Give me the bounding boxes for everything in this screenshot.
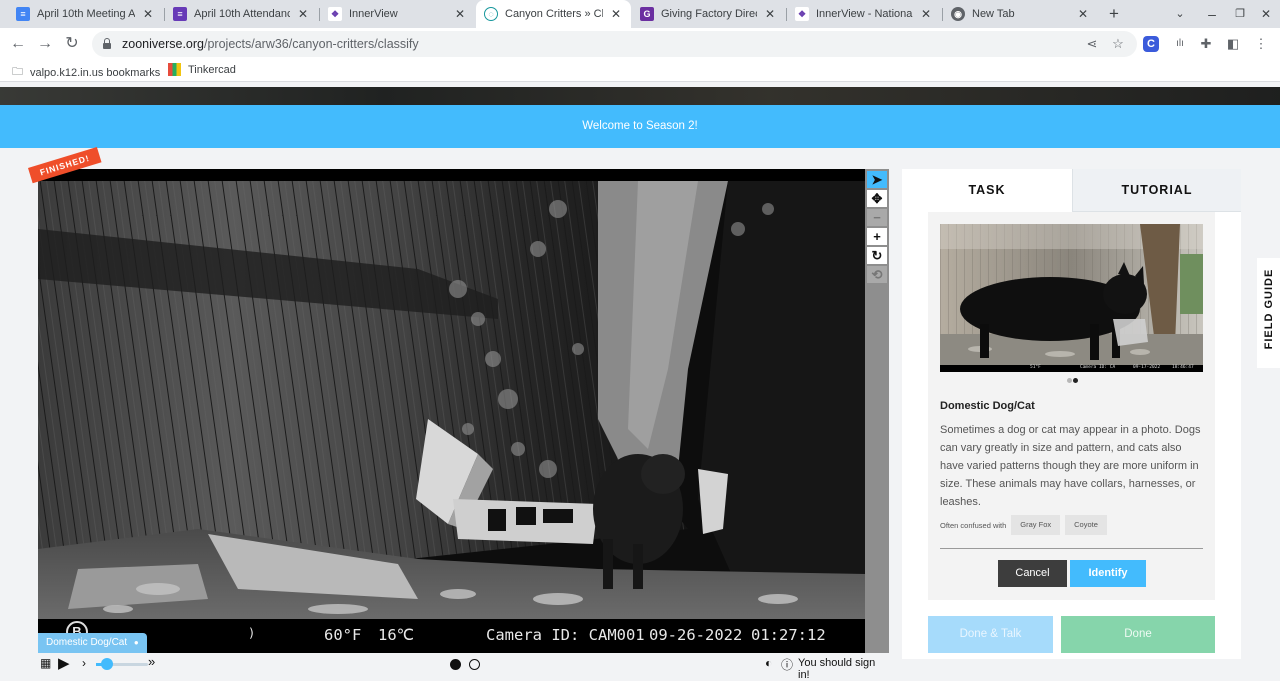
browser-tab[interactable]: ❖ InnerView - National Honor Society ✕ bbox=[787, 0, 941, 28]
move-tool-icon[interactable]: ✥ bbox=[867, 190, 887, 207]
close-tab-icon[interactable]: ✕ bbox=[919, 7, 933, 21]
browser-tab-active[interactable]: ◌ Canyon Critters » Classify ✕ bbox=[476, 0, 631, 28]
reset-icon[interactable]: ⟲ bbox=[867, 266, 887, 283]
tab-task[interactable]: TASK bbox=[902, 169, 1072, 212]
innerview-icon: ❖ bbox=[795, 7, 809, 21]
divider bbox=[940, 548, 1203, 549]
step-icon[interactable]: › bbox=[82, 656, 86, 670]
identify-button[interactable]: Identify bbox=[1070, 560, 1146, 587]
zoom-out-icon[interactable]: − bbox=[867, 209, 887, 226]
info-icon[interactable]: ⓘ bbox=[781, 656, 793, 673]
announcement-banner: Welcome to Season 2! bbox=[0, 105, 1280, 148]
zooniverse-icon: ◌ bbox=[484, 7, 498, 21]
confused-chip-coyote[interactable]: Coyote bbox=[1065, 515, 1107, 535]
back-icon[interactable]: ← bbox=[7, 33, 29, 55]
close-tab-icon[interactable]: ✕ bbox=[453, 7, 467, 21]
browser-tab[interactable]: ◉ New Tab ✕ bbox=[943, 0, 1098, 28]
close-tab-icon[interactable]: ✕ bbox=[296, 7, 310, 21]
rotate-icon[interactable]: ↻ bbox=[867, 247, 887, 264]
bookmark-folder[interactable]: 🗀 valpo.k12.in.us bookmarks bbox=[12, 63, 160, 82]
lock-icon[interactable] bbox=[102, 38, 112, 50]
menu-icon[interactable]: ⋮ bbox=[1251, 34, 1271, 54]
close-tab-icon[interactable]: ✕ bbox=[141, 7, 155, 21]
browser-tab[interactable]: ≡ April 10th Meeting Agenda ✕ bbox=[8, 0, 163, 28]
camera-trap-photo[interactable] bbox=[38, 169, 865, 653]
new-tab-button[interactable]: + bbox=[1104, 4, 1124, 24]
close-tab-icon[interactable]: ✕ bbox=[763, 7, 777, 21]
stamp-date: 09-26-2022 bbox=[649, 626, 743, 644]
stamp-temp-f: 60°F bbox=[324, 626, 362, 644]
done-button[interactable]: Done bbox=[1061, 616, 1215, 653]
task-panel: TASK TUTORIAL 51°F Camera ID: CA 09-17-2… bbox=[902, 169, 1241, 659]
browser-toolbar: ← → ↻ zooniverse.org/projects/arw36/cany… bbox=[0, 28, 1280, 60]
url-domain: zooniverse.org bbox=[122, 37, 204, 51]
contrast-icon[interactable]: ◐ bbox=[765, 656, 772, 670]
frame-dot-1[interactable] bbox=[450, 659, 461, 670]
innerview-icon: ❖ bbox=[328, 7, 342, 21]
chrome-icon: ◉ bbox=[951, 7, 965, 21]
extensions-puzzle-icon[interactable]: ✚ bbox=[1196, 34, 1216, 54]
subject-tag[interactable]: Domestic Dog/Cat ● bbox=[38, 633, 147, 653]
done-and-talk-button[interactable]: Done & Talk bbox=[928, 616, 1053, 653]
example-dot-2[interactable] bbox=[1073, 378, 1078, 383]
reload-icon[interactable]: ↻ bbox=[61, 33, 83, 55]
tag-close-icon[interactable]: ● bbox=[134, 638, 139, 647]
pointer-tool-icon[interactable]: ➤ bbox=[867, 171, 887, 188]
tab-tutorial[interactable]: TUTORIAL bbox=[1072, 169, 1241, 212]
bookmark-star-icon[interactable]: ☆ bbox=[1108, 34, 1128, 54]
restore-icon[interactable]: ❐ bbox=[1230, 4, 1250, 24]
share-icon[interactable]: ⋖ bbox=[1082, 34, 1102, 54]
species-description: Sometimes a dog or cat may appear in a p… bbox=[940, 424, 1201, 508]
play-icon[interactable]: ▶ bbox=[58, 654, 70, 672]
camera-timestamp-bar: B ) 60°F 16℃ Camera ID: CAM001 09-26-202… bbox=[38, 619, 865, 653]
gfd-icon: G bbox=[640, 7, 654, 21]
field-guide-tab[interactable]: FIELD GUIDE bbox=[1257, 258, 1280, 368]
stamp-temp-c: 16℃ bbox=[378, 626, 415, 644]
address-bar[interactable]: zooniverse.org/projects/arw36/canyon-cri… bbox=[92, 31, 1137, 57]
sign-in-notice[interactable]: You should sign in! bbox=[798, 657, 889, 681]
side-panel-icon[interactable]: ◧ bbox=[1223, 34, 1243, 54]
subject-viewer[interactable]: B ) 60°F 16℃ Camera ID: CAM001 09-26-202… bbox=[38, 169, 865, 653]
folder-icon: 🗀 bbox=[12, 66, 23, 78]
speed-slider-knob[interactable] bbox=[101, 658, 113, 670]
tab-search-icon[interactable]: ⌄ bbox=[1170, 4, 1190, 24]
bookmarks-bar: 🗀 valpo.k12.in.us bookmarks Tinkercad bbox=[0, 60, 1280, 82]
panel-tabs: TASK TUTORIAL bbox=[902, 169, 1241, 212]
often-confused-row: Often confused with Gray Fox Coyote bbox=[940, 515, 1107, 535]
zoom-in-icon[interactable]: + bbox=[867, 228, 887, 245]
close-tab-icon[interactable]: ✕ bbox=[609, 7, 623, 21]
extension-audio-icon[interactable]: ılı bbox=[1170, 34, 1190, 54]
frame-dot-2[interactable] bbox=[469, 659, 480, 670]
image-tools-bar: ➤ ✥ − + ↻ ⟲ bbox=[865, 169, 889, 653]
confused-chip-gray-fox[interactable]: Gray Fox bbox=[1011, 515, 1061, 535]
browser-tab-strip: ≡ April 10th Meeting Agenda ✕ ≡ April 10… bbox=[0, 0, 1280, 28]
cancel-button[interactable]: Cancel bbox=[998, 560, 1067, 587]
stamp-time: 01:27:12 bbox=[751, 626, 826, 644]
species-detail-card: 51°F Camera ID: CA 09-17-2022 18:46:47 D… bbox=[928, 212, 1215, 600]
browser-tab[interactable]: ≡ April 10th Attendance ✕ bbox=[165, 0, 318, 28]
fast-forward-icon[interactable]: » bbox=[148, 654, 155, 669]
playback-controls: ▦ ▶ › » ◐ ⓘ You should sign in! bbox=[38, 653, 889, 681]
extension-c-icon[interactable]: C bbox=[1143, 36, 1159, 52]
stamp-camera-id: Camera ID: CAM001 bbox=[486, 626, 645, 644]
species-title: Domestic Dog/Cat bbox=[940, 400, 1035, 412]
browser-tab[interactable]: G Giving Factory Direct ✕ bbox=[632, 0, 785, 28]
close-tab-icon[interactable]: ✕ bbox=[1076, 7, 1090, 21]
docs-icon: ≡ bbox=[16, 7, 30, 21]
browser-tab[interactable]: ❖ InnerView ✕ bbox=[320, 0, 475, 28]
example-dot-1[interactable] bbox=[1067, 378, 1072, 383]
forms-icon: ≡ bbox=[173, 7, 187, 21]
bookmark-tinkercad[interactable]: Tinkercad bbox=[168, 63, 236, 76]
species-example-photo: 51°F Camera ID: CA 09-17-2022 18:46:47 bbox=[940, 224, 1203, 372]
tinkercad-icon bbox=[168, 63, 181, 76]
close-window-icon[interactable]: ✕ bbox=[1256, 4, 1276, 24]
minimize-icon[interactable]: – bbox=[1202, 4, 1222, 24]
url-path: /projects/arw36/canyon-critters/classify bbox=[204, 37, 419, 51]
forward-icon[interactable]: → bbox=[34, 33, 56, 55]
thumb-stamp-bar: 51°F Camera ID: CA 09-17-2022 18:46:47 bbox=[940, 365, 1203, 372]
project-hero-image bbox=[0, 87, 1280, 105]
stamp-moon-icon: ) bbox=[248, 626, 256, 640]
grid-view-icon[interactable]: ▦ bbox=[40, 656, 51, 670]
